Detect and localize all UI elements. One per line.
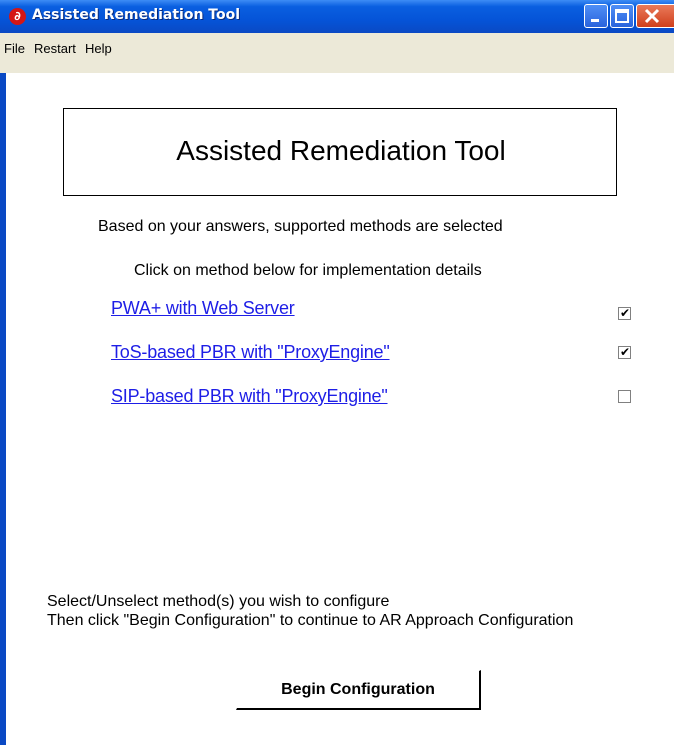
heading-box: Assisted Remediation Tool bbox=[63, 108, 617, 196]
begin-configuration-button[interactable]: Begin Configuration bbox=[236, 670, 481, 710]
method-link-tos-pbr[interactable]: ToS-based PBR with "ProxyEngine" bbox=[111, 342, 390, 363]
method-link-sip-pbr[interactable]: SIP-based PBR with "ProxyEngine" bbox=[111, 386, 388, 407]
page-title: Assisted Remediation Tool bbox=[176, 135, 506, 166]
maximize-button[interactable] bbox=[610, 4, 634, 28]
checkmark-icon: ✔ bbox=[620, 345, 631, 359]
menu-file[interactable]: File bbox=[4, 41, 25, 56]
window-title: Assisted Remediation Tool bbox=[32, 7, 241, 23]
instruction-line-2: Then click "Begin Configuration" to cont… bbox=[47, 612, 574, 629]
method-checkbox-pwa[interactable]: ✔ bbox=[618, 306, 631, 320]
instruction-line-1: Select/Unselect method(s) you wish to co… bbox=[47, 593, 390, 610]
window-frame-edge bbox=[0, 73, 6, 745]
minimize-button[interactable] bbox=[584, 4, 608, 28]
close-button[interactable] bbox=[636, 4, 674, 28]
title-bar[interactable]: ∂ Assisted Remediation Tool bbox=[0, 0, 674, 33]
checkmark-icon: ✔ bbox=[620, 306, 631, 320]
info-click-text: Click on method below for implementation… bbox=[134, 262, 482, 279]
menu-restart[interactable]: Restart bbox=[34, 41, 76, 56]
menu-bar: File Restart Help bbox=[0, 33, 674, 74]
method-checkbox-tos-pbr[interactable]: ✔ bbox=[618, 345, 631, 359]
method-link-pwa[interactable]: PWA+ with Web Server bbox=[111, 298, 295, 319]
method-checkbox-sip-pbr[interactable] bbox=[618, 390, 631, 403]
app-logo-icon: ∂ bbox=[9, 8, 26, 25]
menu-help[interactable]: Help bbox=[85, 41, 112, 56]
info-selected-text: Based on your answers, supported methods… bbox=[98, 218, 503, 235]
maximize-icon bbox=[615, 9, 629, 23]
close-icon bbox=[644, 8, 660, 24]
minimize-icon bbox=[591, 19, 599, 22]
